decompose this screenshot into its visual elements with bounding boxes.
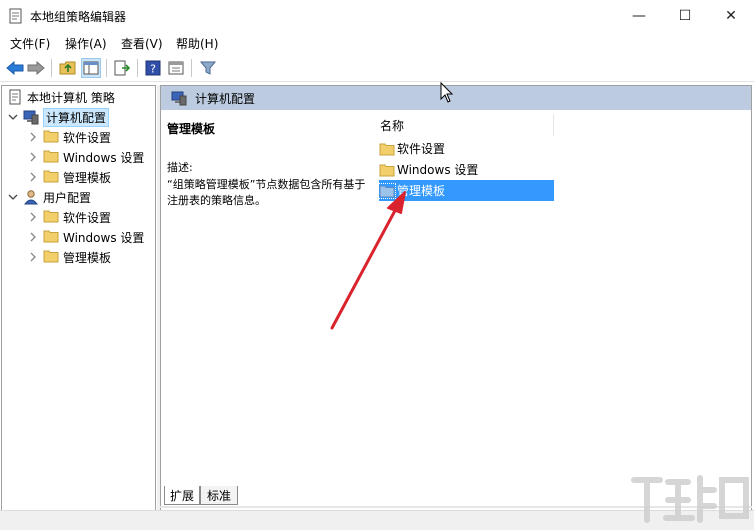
tab-extended[interactable]: 扩展 [164,486,200,505]
chevron-down-icon[interactable] [7,111,19,123]
help-button[interactable]: ? [143,58,163,78]
details-header: 计算机配置 [161,86,751,110]
toolbar-separator [51,59,52,77]
description-title: 管理模板 [167,122,216,136]
tree-item-user-config[interactable]: 用户配置 [7,187,91,207]
chevron-right-icon[interactable] [27,211,39,223]
up-folder-icon [59,61,76,75]
minimize-button[interactable]: — [616,0,662,31]
folder-icon [43,129,59,145]
folder-icon [379,163,395,177]
list-item-label: 管理模板 [397,184,446,198]
folder-icon [43,229,59,245]
toolbar-separator [106,59,107,77]
folder-icon [378,182,396,199]
tree-item-label: 本地计算机 策略 [27,90,115,105]
show-hide-tree-button[interactable] [81,58,101,78]
details-pane: 计算机配置 管理模板 描述: “组策略管理模板”节点数据包含所有基于注册表的策略… [160,85,752,525]
site-watermark-logo [630,470,750,528]
toolbar-separator [137,59,138,77]
tree-item-user-software-settings[interactable]: 软件设置 [27,207,111,227]
tab-label: 扩展 [169,488,194,503]
export-list-button[interactable] [112,58,132,78]
tree-pane[interactable]: 本地计算机 策略 计算机配置 软件设置 Windows 设置 管理模板 用户配置… [1,85,156,525]
filter-icon [200,61,216,75]
tree-item-computer-windows-settings[interactable]: Windows 设置 [27,147,144,167]
back-arrow-icon [6,61,24,75]
export-list-icon [114,60,130,76]
tree-item-label: 用户配置 [43,190,92,205]
tree-item-user-admin-templates[interactable]: 管理模板 [27,247,111,267]
folder-icon [43,149,59,165]
list-item-label: Windows 设置 [397,163,479,177]
description-text: “组策略管理模板”节点数据包含所有基于注册表的策略信息。 [167,178,366,207]
folder-icon [43,249,59,265]
folder-icon [379,142,395,156]
forward-arrow-icon [27,61,45,75]
title-bar: 本地组策略编辑器 — ☐ ✕ [0,0,754,31]
tree-item-label: 软件设置 [63,130,112,145]
details-header-title: 计算机配置 [195,91,256,106]
column-header-label: 名称 [380,118,405,133]
menu-action[interactable]: 操作(A) [65,35,107,52]
tab-standard[interactable]: 标准 [200,486,238,505]
close-button[interactable]: ✕ [708,0,754,31]
chevron-right-icon[interactable] [27,131,39,143]
folder-icon [43,169,59,185]
chevron-down-icon[interactable] [7,191,19,203]
list-item-label: 软件设置 [397,142,446,156]
toolbar: ? [0,54,754,82]
toolbar-separator [191,59,192,77]
tree-item-label: 计算机配置 [43,107,110,127]
policy-editor-app-icon [9,8,23,24]
show-hide-tree-icon [83,61,99,75]
tree-item-label: Windows 设置 [63,230,145,245]
menu-help[interactable]: 帮助(H) [176,35,218,52]
tree-item-label: 管理模板 [63,250,112,265]
properties-icon [168,61,184,75]
tree-item-label: 软件设置 [63,210,112,225]
policy-document-icon [7,89,23,105]
computer-icon [171,90,187,106]
chevron-right-icon[interactable] [27,251,39,263]
help-icon: ? [145,60,161,76]
maximize-button[interactable]: ☐ [662,0,708,31]
tree-item-label: 管理模板 [63,170,112,185]
up-level-button[interactable] [58,58,78,78]
properties-button[interactable] [166,58,186,78]
folder-icon [43,209,59,225]
menu-view[interactable]: 查看(V) [121,35,163,52]
filter-button[interactable] [198,58,218,78]
items-list[interactable]: 名称 软件设置 Windows 设置 管理模板 [377,112,751,492]
user-icon [23,189,39,205]
tree-item-computer-config[interactable]: 计算机配置 [7,107,110,127]
tree-item-user-windows-settings[interactable]: Windows 设置 [27,227,144,247]
tree-item-label: Windows 设置 [63,150,145,165]
forward-button[interactable] [26,58,46,78]
description-panel: 管理模板 描述: “组策略管理模板”节点数据包含所有基于注册表的策略信息。 [167,120,367,209]
menu-bar: 文件(F) 操作(A) 查看(V) 帮助(H) [0,31,754,53]
window-title: 本地组策略编辑器 [30,10,127,24]
tree-item-computer-admin-templates[interactable]: 管理模板 [27,167,111,187]
tab-label: 标准 [206,488,231,503]
minimize-icon: — [632,7,646,24]
description-label: 描述: [167,161,193,174]
chevron-right-icon[interactable] [27,231,39,243]
maximize-icon: ☐ [678,7,692,24]
list-item-admin-templates[interactable]: 管理模板 [378,180,554,201]
chevron-right-icon[interactable] [27,151,39,163]
column-divider[interactable] [553,114,554,136]
computer-icon [23,109,39,125]
close-icon: ✕ [725,7,737,24]
chevron-right-icon[interactable] [27,171,39,183]
menu-file[interactable]: 文件(F) [10,35,50,52]
back-button[interactable] [5,58,25,78]
tree-item-root[interactable]: 本地计算机 策略 [7,87,115,107]
column-header-name[interactable]: 名称 [377,112,555,138]
tree-item-computer-software-settings[interactable]: 软件设置 [27,127,111,147]
list-item-software-settings[interactable]: 软件设置 [379,138,554,159]
svg-text:?: ? [150,63,156,76]
list-item-windows-settings[interactable]: Windows 设置 [379,159,554,180]
